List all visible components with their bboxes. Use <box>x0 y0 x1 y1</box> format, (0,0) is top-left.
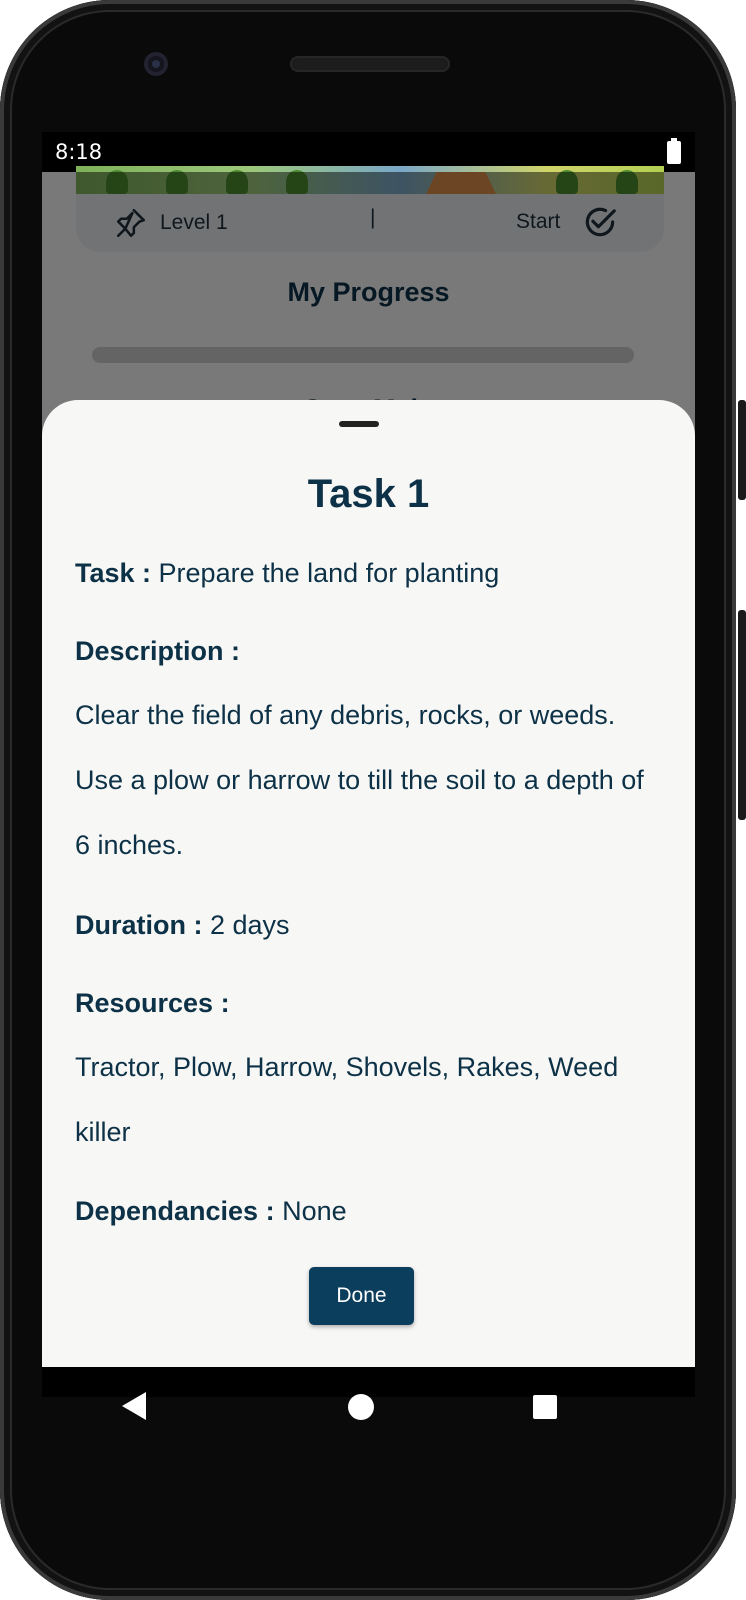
power-button <box>738 400 746 500</box>
task-line: Task : Prepare the land for planting <box>75 558 499 589</box>
resources-label: Resources : <box>75 988 230 1018</box>
earpiece-speaker <box>290 56 450 72</box>
task-value: Prepare the land for planting <box>151 558 500 588</box>
dependencies-value: None <box>274 1196 347 1226</box>
task-label: Task : <box>75 558 152 588</box>
status-time: 8:18 <box>55 140 103 164</box>
battery-icon <box>667 138 681 164</box>
done-button[interactable]: Done <box>309 1267 414 1325</box>
resources-label-line: Resources : <box>75 988 230 1019</box>
volume-button <box>738 610 746 820</box>
duration-label: Duration : <box>75 910 203 940</box>
description-value: Clear the field of any debris, rocks, or… <box>75 700 644 860</box>
front-camera <box>144 52 168 76</box>
sheet-title: Task 1 <box>307 472 430 516</box>
description-label: Description : <box>75 636 241 666</box>
description-label-line: Description : <box>75 636 240 667</box>
drag-handle[interactable] <box>339 421 379 427</box>
task-bottom-sheet: Task 1 Task : Prepare the land for plant… <box>42 400 695 1397</box>
nav-recents-icon[interactable] <box>533 1395 557 1419</box>
nav-back-icon[interactable] <box>122 1392 146 1420</box>
dependencies-label: Dependancies : <box>75 1196 275 1226</box>
resources-value: Tractor, Plow, Harrow, Shovels, Rakes, W… <box>75 1052 619 1147</box>
screen: 8:18 Level 1 | Start <box>42 132 695 1397</box>
duration-value: 2 days <box>202 910 290 940</box>
dependencies-line: Dependancies : None <box>75 1196 347 1227</box>
duration-line: Duration : 2 days <box>75 910 290 941</box>
nav-home-icon[interactable] <box>348 1394 374 1420</box>
